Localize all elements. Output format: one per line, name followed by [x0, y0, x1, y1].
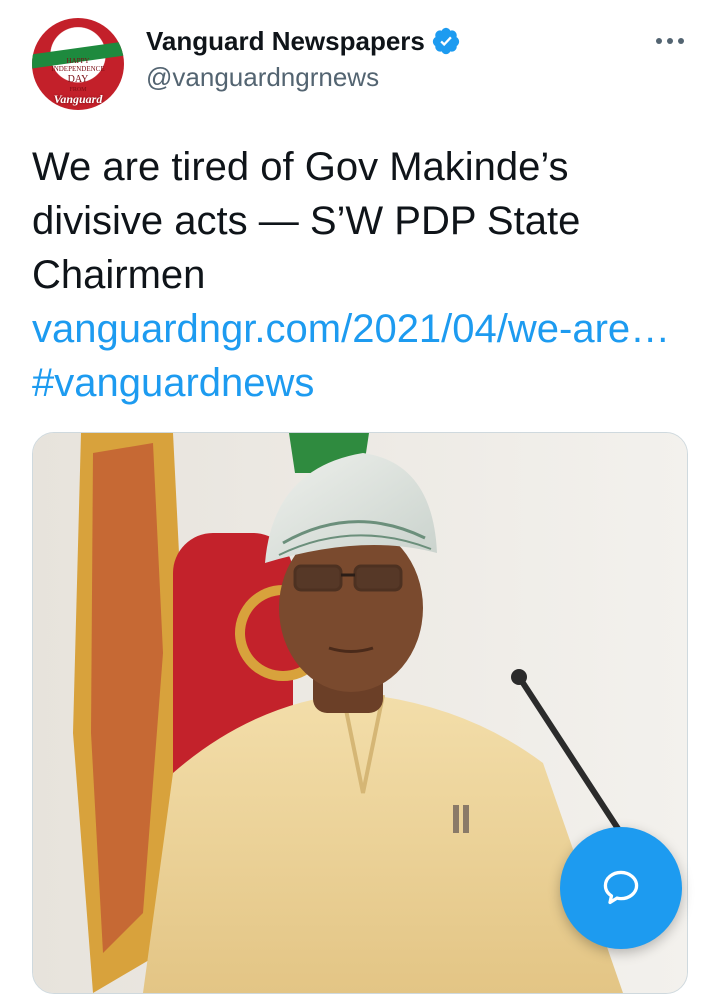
compose-reply-icon [603, 870, 639, 905]
more-horizontal-icon[interactable] [650, 26, 690, 56]
tweet-link[interactable]: vanguardngr.com/2021/04/we-are… [32, 307, 670, 351]
account-handle[interactable]: @vanguardngrnews [146, 62, 379, 93]
avatar[interactable]: HAPPY INDEPENDENCE DAY FROM Vanguard [32, 18, 124, 110]
account-name-row[interactable]: Vanguard Newspapers [146, 24, 461, 58]
display-name[interactable]: Vanguard Newspapers [146, 26, 425, 57]
compose-reply-button[interactable] [560, 827, 682, 949]
tweet-hashtag[interactable]: #vanguardnews [32, 361, 314, 405]
avatar-text-line: HAPPY [66, 57, 90, 65]
verified-badge-icon [431, 26, 461, 56]
avatar-text-line: DAY [67, 74, 89, 85]
more-dot [656, 38, 662, 44]
tweet-body: We are tired of Gov Makinde’s divisive a… [32, 145, 581, 297]
more-dot [667, 38, 673, 44]
avatar-text-line: INDEPENDENCE [51, 65, 105, 73]
tweet-text: We are tired of Gov Makinde’s divisive a… [32, 140, 692, 410]
avatar-logo: Vanguard [53, 92, 103, 106]
more-dot [678, 38, 684, 44]
